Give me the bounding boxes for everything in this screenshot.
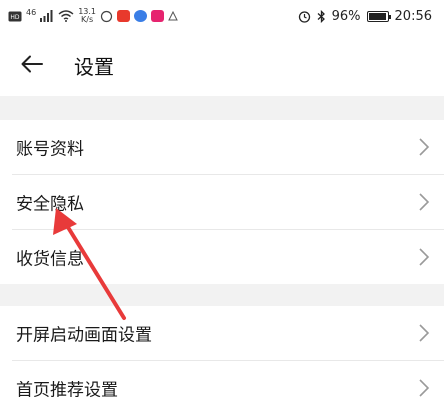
network-type-label: 46 [26, 7, 37, 17]
settings-item-splash-screen[interactable]: 开屏启动画面设置 [0, 306, 444, 360]
section-gap [0, 96, 444, 120]
back-button[interactable] [16, 48, 48, 80]
battery-percent: 96% [331, 8, 361, 24]
chevron-right-icon [419, 138, 430, 156]
settings-item-label: 安全隐私 [16, 194, 84, 215]
small-notification-icon [168, 11, 178, 21]
status-bar-left: HD 46 13.1 K/s [8, 6, 178, 26]
notification-app-icon [100, 10, 113, 22]
settings-item-account-profile[interactable]: 账号资料 [0, 120, 444, 174]
network-speed: 13.1 K/s [78, 8, 96, 24]
section-gap [0, 284, 444, 306]
hd-icon: HD [8, 11, 22, 21]
app-notification-icon-pink [151, 10, 164, 22]
clock-time: 20:56 [394, 8, 432, 24]
settings-item-home-recommendation[interactable]: 首页推荐设置 [0, 361, 444, 415]
settings-item-label: 开屏启动画面设置 [16, 325, 152, 346]
bluetooth-icon [317, 9, 325, 23]
status-bar-right: 96% 20:56 [298, 6, 432, 26]
app-notification-icon-red [117, 10, 130, 22]
status-bar: HD 46 13.1 K/s 96% 20:56 [0, 0, 444, 32]
app-header: 设置 [0, 32, 444, 96]
arrow-left-icon [21, 55, 43, 73]
chevron-right-icon [419, 193, 430, 211]
wifi-icon [58, 10, 74, 22]
chevron-right-icon [419, 324, 430, 342]
settings-item-shipping-info[interactable]: 收货信息 [0, 230, 444, 284]
page-title: 设置 [74, 55, 114, 79]
chevron-right-icon [419, 248, 430, 266]
settings-item-label: 收货信息 [16, 249, 84, 270]
network-speed-unit: K/s [81, 15, 94, 24]
svg-text:HD: HD [10, 14, 20, 21]
app-notification-icon-blue [134, 10, 147, 22]
chevron-right-icon [419, 379, 430, 397]
settings-item-label: 账号资料 [16, 139, 84, 160]
settings-item-label: 首页推荐设置 [16, 380, 118, 401]
signal-icon [40, 10, 53, 22]
settings-item-security-privacy[interactable]: 安全隐私 [0, 175, 444, 229]
alarm-icon [298, 10, 310, 23]
battery-icon [366, 10, 391, 22]
